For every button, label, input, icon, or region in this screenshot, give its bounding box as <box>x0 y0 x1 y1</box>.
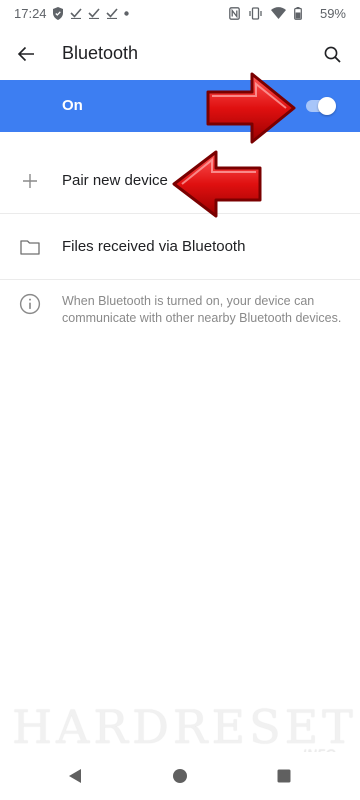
nav-back-button[interactable] <box>65 766 85 786</box>
square-recents-icon <box>277 769 291 783</box>
navigation-bar <box>0 752 360 800</box>
pair-new-device-label: Pair new device <box>62 172 168 189</box>
shield-icon <box>53 6 63 20</box>
master-switch-label: On <box>62 97 83 114</box>
search-icon <box>324 46 341 63</box>
circle-home-icon <box>173 769 187 783</box>
battery-icon <box>294 6 302 20</box>
notification-icons <box>52 5 129 21</box>
arrow-back-icon <box>17 46 34 62</box>
nfc-icon <box>229 6 240 20</box>
folder-icon <box>18 235 42 259</box>
page-title: Bluetooth <box>62 43 139 63</box>
vibrate-icon <box>249 6 262 20</box>
dot-icon <box>124 10 129 16</box>
battery-percentage: 59% <box>319 6 346 21</box>
annotation-arrow <box>206 72 296 144</box>
check-icon <box>88 8 100 19</box>
triangle-back-icon <box>69 769 81 783</box>
bluetooth-toggle[interactable] <box>306 97 336 115</box>
nav-recents-button[interactable] <box>274 766 294 786</box>
info-text: When Bluetooth is turned on, your device… <box>62 294 342 325</box>
info-icon <box>19 293 41 315</box>
files-received-label: Files received via Bluetooth <box>62 238 246 255</box>
wifi-icon <box>271 7 286 19</box>
check-icon <box>70 8 82 19</box>
search-button[interactable] <box>316 38 348 70</box>
app-bar: Bluetooth <box>0 28 360 80</box>
nav-home-button[interactable] <box>170 766 190 786</box>
info-row: When Bluetooth is turned on, your device… <box>0 280 360 352</box>
watermark: HARDRESET <box>12 700 357 754</box>
bluetooth-master-switch[interactable]: On <box>0 80 360 132</box>
status-time: 17:24 <box>14 6 47 21</box>
plus-icon <box>18 169 42 193</box>
status-bar: 17:24 59% <box>0 0 360 28</box>
files-received-item[interactable]: Files received via Bluetooth <box>0 214 360 280</box>
annotation-arrow <box>172 150 262 218</box>
check-icon <box>106 8 118 19</box>
toggle-thumb <box>318 97 336 115</box>
back-button[interactable] <box>10 38 42 70</box>
system-icons <box>229 5 302 21</box>
